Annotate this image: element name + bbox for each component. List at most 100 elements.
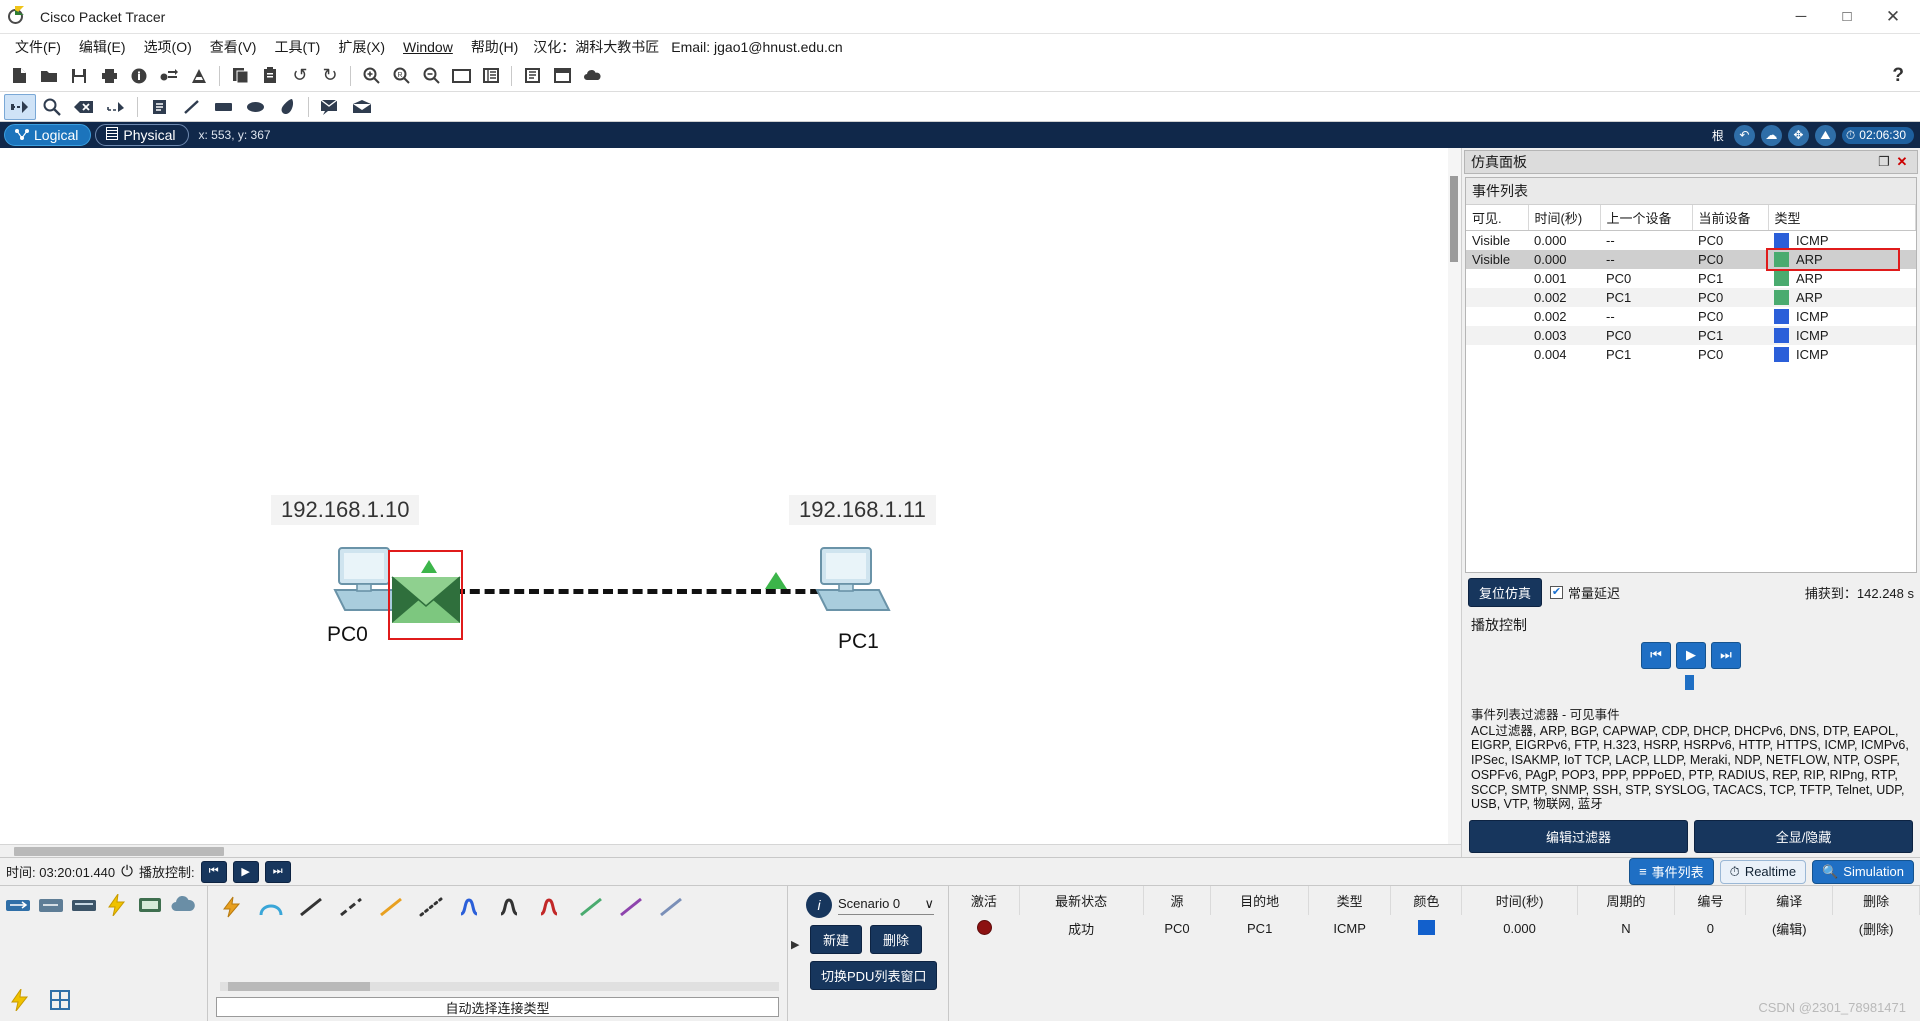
- minimize-button[interactable]: ─: [1778, 1, 1824, 33]
- end-devices-icon[interactable]: [136, 892, 164, 918]
- undo-icon[interactable]: ↺: [285, 62, 315, 90]
- table-row[interactable]: Visible 0.000 -- PC0 ARP: [1466, 248, 1916, 271]
- components-icon[interactable]: [169, 892, 197, 918]
- phone-connection-icon[interactable]: [414, 894, 448, 920]
- simulation-mode-chip[interactable]: 🔍 Simulation: [1812, 859, 1914, 884]
- workspace-icon[interactable]: [547, 62, 577, 90]
- usb-connection-icon[interactable]: [654, 894, 688, 920]
- power-cycle-icon[interactable]: ⏻: [121, 863, 133, 880]
- iot-custom-cable-icon[interactable]: [614, 894, 648, 920]
- back-to-start-button[interactable]: ⏮: [1641, 641, 1671, 669]
- select-tool-icon[interactable]: [4, 93, 36, 120]
- table-row[interactable]: 0.004 PC1 PC0 ICMP: [1466, 345, 1916, 364]
- scenario-dropdown[interactable]: Scenario 0 ∨: [838, 896, 934, 915]
- pdu-col-num[interactable]: 编号: [1674, 886, 1747, 915]
- draw-line-icon[interactable]: [175, 94, 207, 120]
- realtime-mode-chip[interactable]: ⏱ Realtime: [1719, 859, 1807, 884]
- canvas-vscroll-thumb[interactable]: [1450, 176, 1458, 262]
- arp-packet-envelope[interactable]: [391, 576, 461, 627]
- menu-help[interactable]: 帮助(H): [462, 35, 527, 59]
- constant-delay-checkbox[interactable]: ✔: [1550, 585, 1564, 599]
- pdu-col-periodic[interactable]: 周期的: [1577, 886, 1676, 915]
- network-info-icon[interactable]: [154, 62, 184, 90]
- serial-dce-icon[interactable]: [494, 894, 528, 920]
- menu-window[interactable]: Window: [394, 37, 462, 57]
- step-forward-button[interactable]: ⏭: [1711, 641, 1741, 669]
- col-visible[interactable]: 可见.: [1466, 205, 1529, 231]
- connections-icon[interactable]: [103, 892, 131, 918]
- drawing-palette-icon[interactable]: [184, 62, 214, 90]
- grid-group-icon[interactable]: [46, 987, 74, 1013]
- console-connection-icon[interactable]: [254, 894, 288, 920]
- menu-options[interactable]: 选项(O): [135, 35, 201, 59]
- zoom-in-icon[interactable]: [356, 62, 386, 90]
- play-speed-knob[interactable]: [1685, 674, 1694, 690]
- table-row[interactable]: 0.003 PC0 PC1 ICMP: [1466, 326, 1916, 345]
- table-row[interactable]: 成功 PC0 PC1 ICMP 0.000 N 0 (编辑) (删除): [949, 915, 1920, 942]
- cloud-view-icon[interactable]: ☁: [1760, 124, 1782, 146]
- connection-scroll-thumb[interactable]: [228, 982, 370, 991]
- move-object-icon[interactable]: ✥: [1787, 124, 1809, 146]
- logical-workspace[interactable]: 192.168.1.10 PC0 192.168.1.11 PC1: [0, 148, 1462, 857]
- pdu-col-source[interactable]: 源: [1143, 886, 1212, 915]
- pdu-col-delete[interactable]: 删除: [1832, 886, 1920, 915]
- pdu-col-time[interactable]: 时间(秒): [1461, 886, 1578, 915]
- automatic-connection-icon[interactable]: [214, 894, 248, 920]
- zoom-out-icon[interactable]: [416, 62, 446, 90]
- pdu-col-color[interactable]: 颜色: [1390, 886, 1463, 915]
- canvas-horizontal-scrollbar[interactable]: [0, 844, 1461, 857]
- scenario-info-icon[interactable]: i: [806, 892, 832, 918]
- pdu-table[interactable]: 激活 最新状态 源 目的地 类型 颜色 时间(秒) 周期的 编号 编译 删除 成…: [949, 886, 1920, 942]
- connections-group-icon[interactable]: [6, 987, 34, 1013]
- pc0-pc1-link[interactable]: [455, 589, 835, 594]
- draw-freeform-icon[interactable]: [271, 94, 303, 120]
- cloud-icon[interactable]: [577, 62, 607, 90]
- new-file-icon[interactable]: [4, 62, 34, 90]
- pdu-col-destination[interactable]: 目的地: [1210, 886, 1309, 915]
- menu-extensions[interactable]: 扩展(X): [329, 35, 394, 59]
- event-list-table[interactable]: 可见. 时间(秒) 上一个设备 当前设备 类型 Visible 0.000 --: [1466, 205, 1916, 364]
- menu-edit[interactable]: 编辑(E): [70, 35, 135, 59]
- switches-icon[interactable]: [70, 892, 98, 918]
- notes-icon[interactable]: [517, 62, 547, 90]
- panel-restore-icon[interactable]: ❐: [1875, 154, 1893, 170]
- menu-view[interactable]: 查看(V): [201, 35, 266, 59]
- custom-devices-icon[interactable]: [476, 62, 506, 90]
- paste-icon[interactable]: [255, 62, 285, 90]
- delete-tool-icon[interactable]: [68, 94, 100, 120]
- menu-file[interactable]: 文件(F): [6, 35, 70, 59]
- fire-dot-icon[interactable]: [976, 919, 992, 935]
- back-arrow-icon[interactable]: ↶: [1733, 124, 1755, 146]
- expand-arrow-icon[interactable]: ▶: [791, 938, 799, 951]
- pdu-fire-button[interactable]: [949, 915, 1019, 942]
- connection-palette-scrollbar[interactable]: [220, 982, 779, 991]
- network-devices-icon[interactable]: [4, 892, 32, 918]
- col-time[interactable]: 时间(秒): [1528, 205, 1601, 231]
- place-note-icon[interactable]: [143, 94, 175, 120]
- pdu-col-type[interactable]: 类型: [1308, 886, 1392, 915]
- octal-connection-icon[interactable]: [574, 894, 608, 920]
- topology-canvas[interactable]: 192.168.1.10 PC0 192.168.1.11 PC1: [0, 148, 1461, 857]
- coaxial-connection-icon[interactable]: [454, 894, 488, 920]
- table-row[interactable]: 0.002 -- PC0 ICMP: [1466, 307, 1916, 326]
- serial-dte-icon[interactable]: [534, 894, 568, 920]
- play-button[interactable]: ▶: [232, 860, 259, 883]
- open-file-icon[interactable]: [34, 62, 64, 90]
- fiber-connection-icon[interactable]: [374, 894, 408, 920]
- pdu-edit-link[interactable]: (编辑): [1746, 915, 1833, 942]
- panel-close-icon[interactable]: ✕: [1893, 154, 1911, 170]
- save-icon[interactable]: [64, 62, 94, 90]
- resize-shape-icon[interactable]: [100, 94, 132, 120]
- rewind-button[interactable]: ⏮: [200, 860, 227, 883]
- print-icon[interactable]: [94, 62, 124, 90]
- simulation-clock[interactable]: ⏱ 02:06:30: [1841, 126, 1914, 144]
- pdu-col-fire[interactable]: 激活: [949, 886, 1020, 915]
- palette-window-icon[interactable]: [446, 62, 476, 90]
- pdu-col-edit[interactable]: 编译: [1745, 886, 1834, 915]
- col-last-device[interactable]: 上一个设备: [1600, 205, 1693, 231]
- copy-icon[interactable]: [225, 62, 255, 90]
- complex-pdu-icon[interactable]: [346, 94, 378, 120]
- close-button[interactable]: ✕: [1870, 1, 1916, 33]
- draw-rectangle-icon[interactable]: [207, 94, 239, 120]
- routers-icon[interactable]: [37, 892, 65, 918]
